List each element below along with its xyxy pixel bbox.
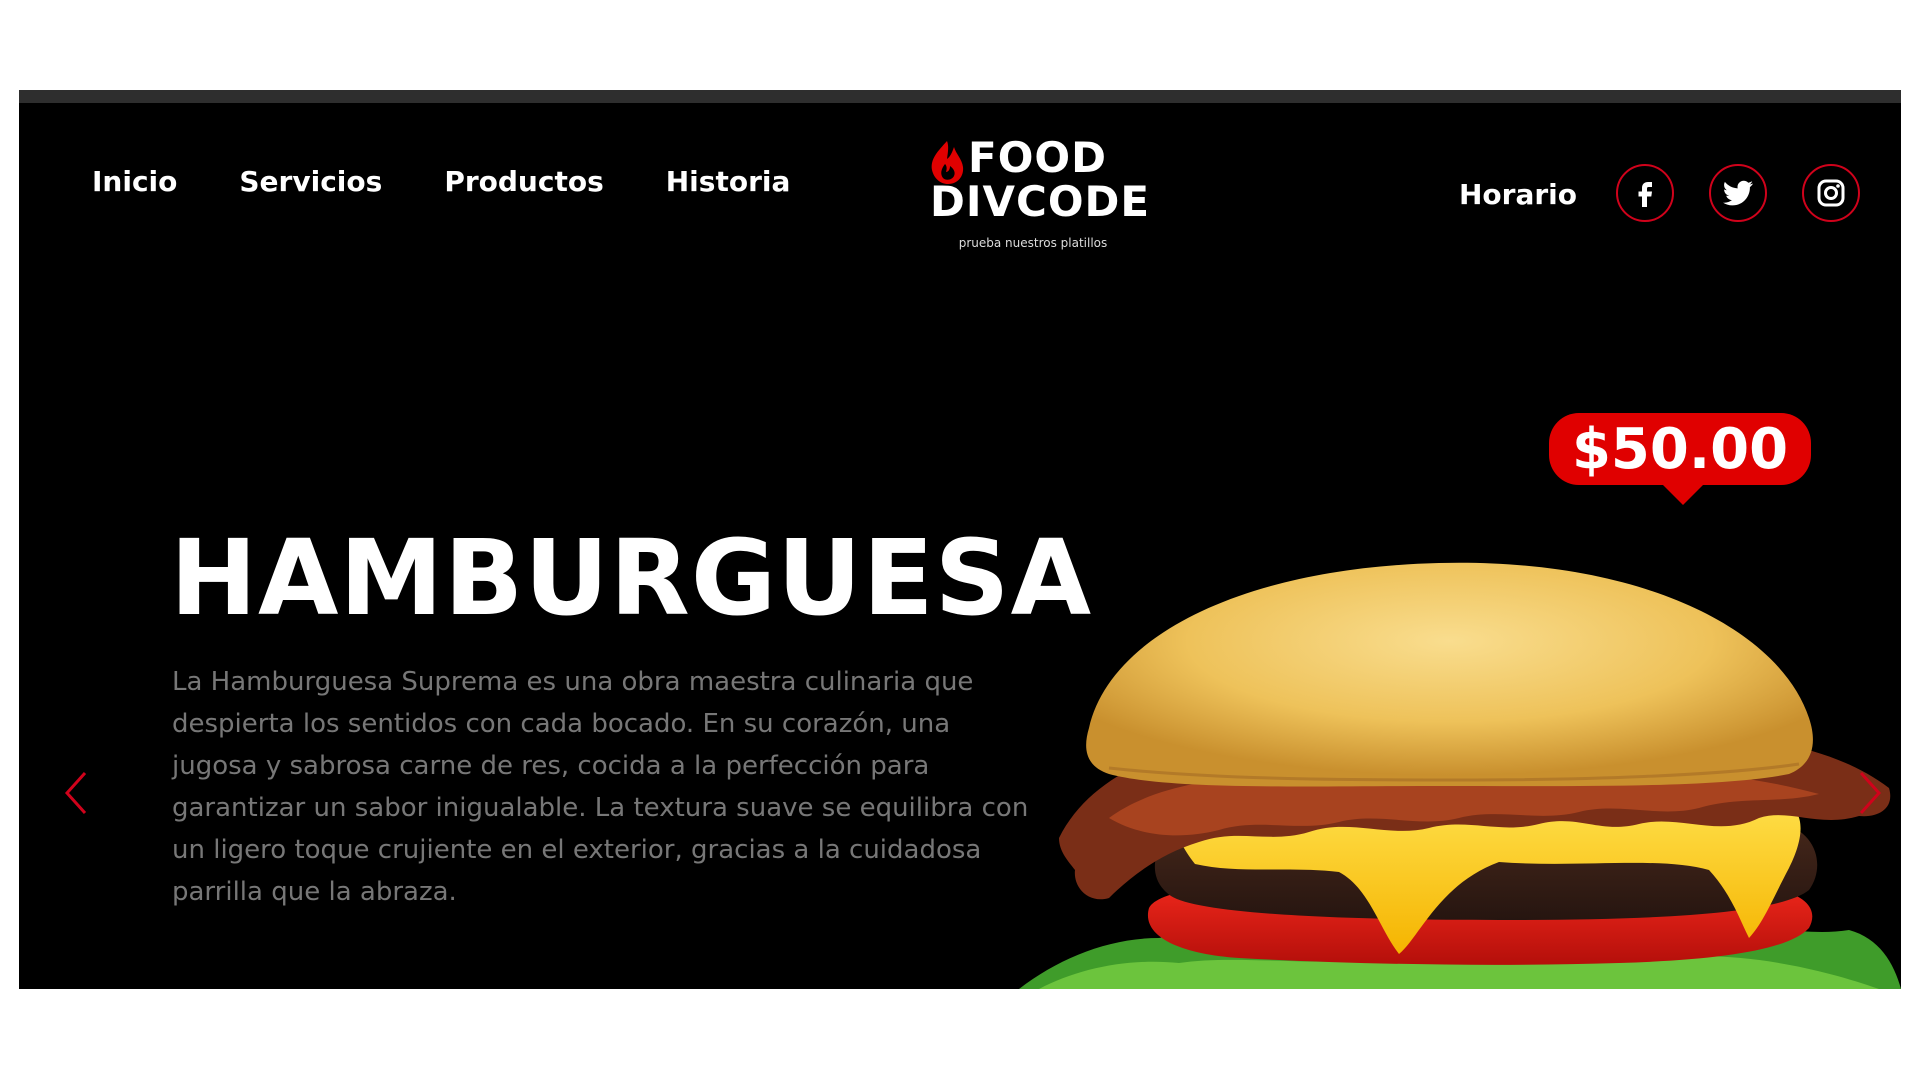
logo-tagline: prueba nuestros platillos <box>958 236 1108 250</box>
nav-item-productos[interactable]: Productos <box>444 165 603 198</box>
chevron-left-icon <box>64 771 87 815</box>
burger-image <box>1019 562 1901 989</box>
site-logo[interactable]: FOOD DIVCODE prueba nuestros platillos <box>928 133 1151 251</box>
main-nav: Inicio Servicios Productos Historia <box>92 165 790 198</box>
product-description: La Hamburguesa Suprema es una obra maest… <box>172 667 1029 907</box>
browser-frame-bar <box>19 90 1901 103</box>
carousel-next-button[interactable] <box>1857 771 1883 819</box>
nav-item-servicios[interactable]: Servicios <box>239 165 382 198</box>
nav-item-historia[interactable]: Historia <box>666 165 791 198</box>
logo-text-divcode: DIVCODE <box>930 177 1151 226</box>
facebook-icon <box>1638 182 1652 207</box>
chevron-right-icon <box>1859 771 1882 815</box>
facebook-button[interactable] <box>1616 164 1674 222</box>
price-badge: $50.00 <box>1549 413 1811 485</box>
schedule-link[interactable]: Horario <box>1459 178 1577 211</box>
nav-item-inicio[interactable]: Inicio <box>92 165 177 198</box>
twitter-icon <box>1722 180 1753 206</box>
product-title: HAMBURGUESA <box>170 517 1093 639</box>
hero-section: Inicio Servicios Productos Historia FOOD… <box>19 103 1901 989</box>
twitter-button[interactable] <box>1709 164 1767 222</box>
instagram-button[interactable] <box>1802 164 1860 222</box>
price-badge-pointer <box>1657 479 1709 505</box>
instagram-icon <box>1817 179 1845 207</box>
carousel-prev-button[interactable] <box>63 771 89 819</box>
logo-text-food: FOOD <box>968 133 1107 182</box>
